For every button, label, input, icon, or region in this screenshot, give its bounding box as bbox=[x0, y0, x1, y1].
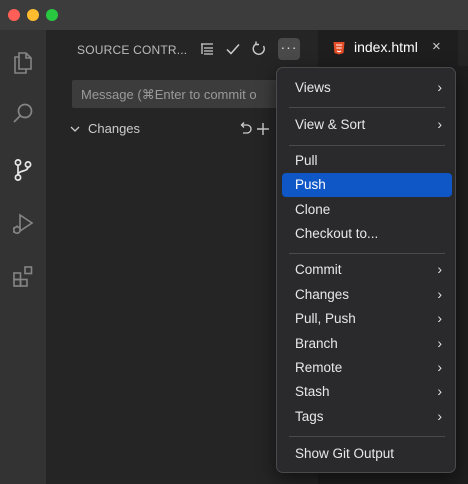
menu-separator bbox=[289, 107, 445, 108]
submenu-arrow-icon: › bbox=[437, 79, 442, 95]
run-debug-icon[interactable] bbox=[9, 210, 37, 238]
menu-separator bbox=[289, 253, 445, 254]
menu-item-branch[interactable]: Branch › bbox=[282, 332, 452, 356]
window-titlebar bbox=[0, 0, 468, 30]
submenu-arrow-icon: › bbox=[437, 383, 442, 399]
menu-separator bbox=[289, 145, 445, 146]
editor-tab-bar: index.html × bbox=[318, 30, 468, 66]
more-actions-icon: ··· bbox=[280, 39, 298, 55]
tab-index-html[interactable]: index.html × bbox=[318, 30, 458, 66]
menu-item-pull[interactable]: Pull bbox=[282, 149, 452, 173]
submenu-arrow-icon: › bbox=[437, 286, 442, 302]
menu-item-push[interactable]: Push bbox=[282, 173, 452, 197]
refresh-icon[interactable] bbox=[250, 40, 268, 58]
menu-item-show-git-output[interactable]: Show Git Output bbox=[282, 442, 452, 466]
sidebar-title: SOURCE CONTR... bbox=[77, 43, 188, 57]
menu-item-pull-push[interactable]: Pull, Push › bbox=[282, 307, 452, 331]
close-icon[interactable]: × bbox=[432, 38, 441, 55]
search-icon[interactable] bbox=[9, 100, 37, 128]
menu-item-changes[interactable]: Changes › bbox=[282, 283, 452, 307]
commit-check-icon[interactable] bbox=[224, 40, 242, 58]
menu-item-commit[interactable]: Commit › bbox=[282, 258, 452, 282]
discard-changes-icon[interactable] bbox=[236, 120, 254, 138]
changes-label: Changes bbox=[88, 121, 141, 136]
submenu-arrow-icon: › bbox=[437, 335, 442, 351]
tab-label: index.html bbox=[354, 39, 418, 55]
submenu-arrow-icon: › bbox=[437, 261, 442, 277]
minimize-window-button[interactable] bbox=[27, 9, 39, 21]
submenu-arrow-icon: › bbox=[437, 359, 442, 375]
sidebar-header: SOURCE CONTR... ··· bbox=[46, 30, 318, 70]
menu-item-stash[interactable]: Stash › bbox=[282, 380, 452, 404]
submenu-arrow-icon: › bbox=[437, 310, 442, 326]
menu-item-clone[interactable]: Clone bbox=[282, 198, 452, 222]
stage-all-icon[interactable] bbox=[254, 120, 272, 138]
explorer-icon[interactable] bbox=[9, 48, 37, 76]
source-control-icon[interactable] bbox=[9, 156, 37, 184]
menu-item-view-sort[interactable]: View & Sort › bbox=[282, 113, 452, 137]
submenu-arrow-icon: › bbox=[437, 408, 442, 424]
menu-item-checkout-to[interactable]: Checkout to... bbox=[282, 222, 452, 246]
activity-bar bbox=[0, 30, 46, 484]
zoom-window-button[interactable] bbox=[46, 9, 58, 21]
menu-item-tags[interactable]: Tags › bbox=[282, 405, 452, 429]
menu-separator bbox=[289, 436, 445, 437]
menu-item-remote[interactable]: Remote › bbox=[282, 356, 452, 380]
more-actions-button[interactable]: ··· bbox=[278, 38, 300, 60]
more-actions-menu: Views › View & Sort › Pull Push Clone Ch… bbox=[276, 67, 456, 473]
close-window-button[interactable] bbox=[8, 9, 20, 21]
view-as-tree-icon[interactable] bbox=[198, 40, 216, 58]
html-file-icon bbox=[332, 41, 346, 55]
menu-item-views[interactable]: Views › bbox=[282, 76, 452, 100]
submenu-arrow-icon: › bbox=[437, 116, 442, 132]
chevron-down-icon bbox=[68, 122, 82, 136]
extensions-icon[interactable] bbox=[9, 262, 37, 290]
